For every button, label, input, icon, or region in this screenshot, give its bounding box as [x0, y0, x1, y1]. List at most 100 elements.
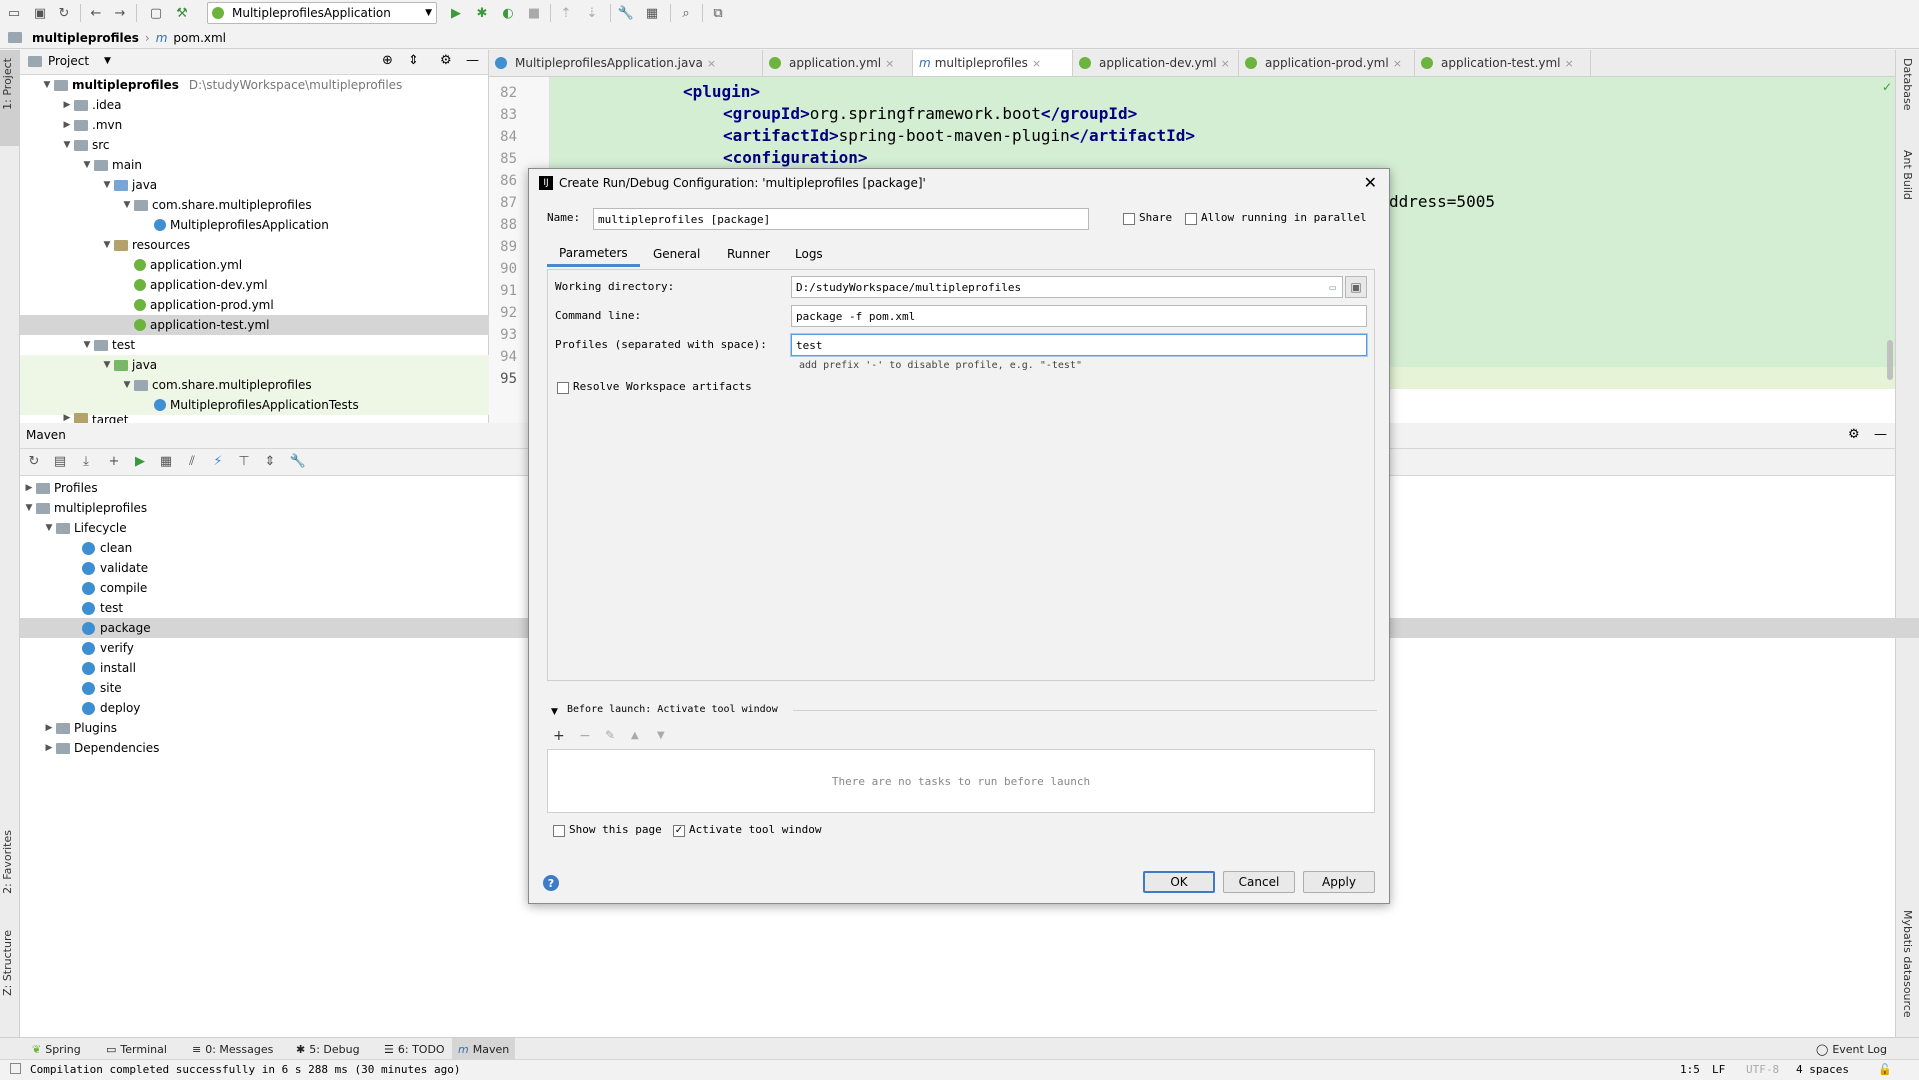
- tab-logs[interactable]: Logs: [783, 241, 835, 267]
- activate-tool-window-checkbox[interactable]: ✓: [673, 825, 685, 837]
- maven-tree-row[interactable]: compile: [20, 578, 592, 598]
- edit-task-icon[interactable]: ✎: [605, 728, 615, 742]
- settings-wrench-icon[interactable]: 🔧: [290, 453, 306, 469]
- close-icon[interactable]: ×: [1393, 57, 1402, 70]
- chevron-down-icon[interactable]: ▼: [100, 240, 114, 250]
- tree-row[interactable]: ▼ java: [20, 175, 568, 195]
- gear-icon[interactable]: ⚙: [440, 53, 452, 68]
- add-task-icon[interactable]: +: [553, 728, 565, 744]
- command-line-input[interactable]: package -f pom.xml: [791, 305, 1367, 327]
- gear-icon[interactable]: ⚙: [1848, 427, 1860, 442]
- chevron-down-icon[interactable]: ▼: [80, 160, 94, 170]
- settings-wrench-icon[interactable]: 🔧: [618, 5, 634, 21]
- tree-row[interactable]: ▼ multipleprofiles D:\studyWorkspace\mul…: [20, 75, 508, 95]
- tree-row[interactable]: ▼ src: [20, 135, 528, 155]
- close-icon[interactable]: ×: [707, 57, 716, 70]
- project-structure-icon[interactable]: ▦: [644, 5, 660, 21]
- chevron-right-icon[interactable]: ▶: [42, 743, 56, 753]
- close-icon[interactable]: ×: [885, 57, 894, 70]
- parallel-checkbox[interactable]: [1185, 213, 1197, 225]
- maven-tree-row[interactable]: test: [20, 598, 592, 618]
- chevron-down-icon[interactable]: ▼: [22, 503, 36, 513]
- collapse-icon[interactable]: ⇕: [408, 53, 419, 68]
- chevron-down-icon[interactable]: ▼: [120, 380, 134, 390]
- help-icon[interactable]: ?: [543, 875, 559, 891]
- tree-row[interactable]: ▶ .mvn: [20, 115, 528, 135]
- working-dir-input[interactable]: D:/studyWorkspace/multipleprofiles ▭: [791, 276, 1343, 298]
- tab-pom-multipleprofiles[interactable]: m multipleprofiles ×: [913, 50, 1073, 76]
- tab-messages[interactable]: ≡ 0: Messages: [186, 1038, 279, 1060]
- file-encoding[interactable]: UTF-8: [1746, 1063, 1779, 1076]
- maven-tree-row[interactable]: clean: [20, 538, 592, 558]
- save-icon[interactable]: ▣: [32, 5, 48, 21]
- search-icon[interactable]: ⌕: [678, 5, 694, 21]
- generate-sources-icon[interactable]: ▤: [52, 453, 68, 469]
- toggle-offline-icon[interactable]: ⫽: [184, 453, 200, 469]
- chevron-right-icon[interactable]: ▶: [42, 723, 56, 733]
- build-hammer-icon[interactable]: ⚒: [174, 5, 190, 21]
- close-icon[interactable]: ✕: [1364, 173, 1377, 192]
- vcs-update-icon[interactable]: ⇡: [558, 5, 574, 21]
- move-up-icon[interactable]: ▲: [631, 730, 639, 741]
- minimize-icon[interactable]: —: [1874, 427, 1887, 442]
- run-config-selector[interactable]: MultipleprofilesApplication ▼: [207, 2, 437, 24]
- status-message[interactable]: Compilation completed successfully in 6 …: [30, 1063, 460, 1076]
- maven-tree-row[interactable]: verify: [20, 638, 592, 658]
- breadcrumb-file[interactable]: pom.xml: [173, 31, 226, 45]
- maven-tree-row[interactable]: ▼ Lifecycle: [20, 518, 552, 538]
- tab-application-test-yml[interactable]: application-test.yml ×: [1415, 50, 1591, 76]
- chevron-down-icon[interactable]: ▼: [104, 56, 111, 66]
- add-icon[interactable]: +: [106, 453, 122, 469]
- maven-tree-row[interactable]: site: [20, 678, 592, 698]
- tree-row[interactable]: ▼ main: [20, 155, 548, 175]
- maven-tree-row[interactable]: ▶ Profiles: [20, 478, 532, 498]
- close-icon[interactable]: ×: [1032, 57, 1041, 70]
- reimport-icon[interactable]: ↻: [26, 453, 42, 469]
- ok-button[interactable]: OK: [1143, 871, 1215, 893]
- back-icon[interactable]: ←: [88, 5, 104, 21]
- sync-icon[interactable]: ↻: [56, 5, 72, 21]
- chevron-down-icon[interactable]: ▼: [42, 523, 56, 533]
- chevron-down-icon[interactable]: ▼: [40, 80, 54, 90]
- mybatis-tool-tab[interactable]: Mybatis datasource: [1901, 910, 1914, 1018]
- debug-icon[interactable]: ✱: [474, 5, 490, 21]
- tab-multipleprofiles-application-java[interactable]: MultipleprofilesApplication.java ×: [489, 50, 763, 76]
- chevron-right-icon[interactable]: ▶: [22, 483, 36, 493]
- move-down-icon[interactable]: ▼: [657, 730, 665, 741]
- show-page-checkbox[interactable]: [553, 825, 565, 837]
- tree-row[interactable]: ▼ resources: [20, 235, 568, 255]
- tab-parameters[interactable]: Parameters: [547, 241, 640, 267]
- show-dependencies-icon[interactable]: ⊤: [236, 453, 252, 469]
- tab-terminal[interactable]: ▭ Terminal: [100, 1038, 173, 1060]
- download-icon[interactable]: ⤓: [78, 453, 94, 469]
- project-tool-tab[interactable]: 1: Project: [1, 58, 14, 110]
- maven-tree-row[interactable]: ▶ Dependencies: [20, 738, 552, 758]
- before-launch-tasks-list[interactable]: There are no tasks to run before launch: [547, 749, 1375, 813]
- tab-application-yml[interactable]: application.yml ×: [763, 50, 913, 76]
- remove-task-icon[interactable]: −: [579, 728, 591, 744]
- name-input[interactable]: multipleprofiles [package]: [593, 208, 1089, 230]
- chevron-down-icon[interactable]: ▼: [60, 140, 74, 150]
- indent-setting[interactable]: 4 spaces: [1796, 1063, 1849, 1076]
- stop-icon[interactable]: ■: [526, 5, 542, 21]
- chevron-right-icon[interactable]: ▶: [60, 100, 74, 110]
- tab-spring[interactable]: ❦ Spring: [26, 1038, 87, 1060]
- tree-row[interactable]: ▼ java: [20, 355, 568, 375]
- toggle-tool-windows-icon[interactable]: [10, 1063, 21, 1074]
- line-separator[interactable]: LF: [1712, 1063, 1725, 1076]
- forward-icon[interactable]: →: [112, 5, 128, 21]
- close-icon[interactable]: ×: [1565, 57, 1574, 70]
- run-icon[interactable]: ▶: [448, 5, 464, 21]
- editor-scrollbar[interactable]: [1887, 340, 1893, 380]
- maven-tree-row[interactable]: deploy: [20, 698, 592, 718]
- run-icon[interactable]: ▶: [132, 453, 148, 469]
- minimize-icon[interactable]: —: [466, 53, 479, 68]
- chevron-down-icon[interactable]: ▼: [551, 707, 558, 717]
- chevron-down-icon[interactable]: ▼: [80, 340, 94, 350]
- share-checkbox[interactable]: [1123, 213, 1135, 225]
- tab-runner[interactable]: Runner: [715, 241, 782, 267]
- profiles-input[interactable]: test: [791, 334, 1367, 356]
- chevron-right-icon[interactable]: ▶: [60, 413, 74, 423]
- chevron-down-icon[interactable]: ▼: [100, 360, 114, 370]
- tab-todo[interactable]: ☰ 6: TODO: [378, 1038, 451, 1060]
